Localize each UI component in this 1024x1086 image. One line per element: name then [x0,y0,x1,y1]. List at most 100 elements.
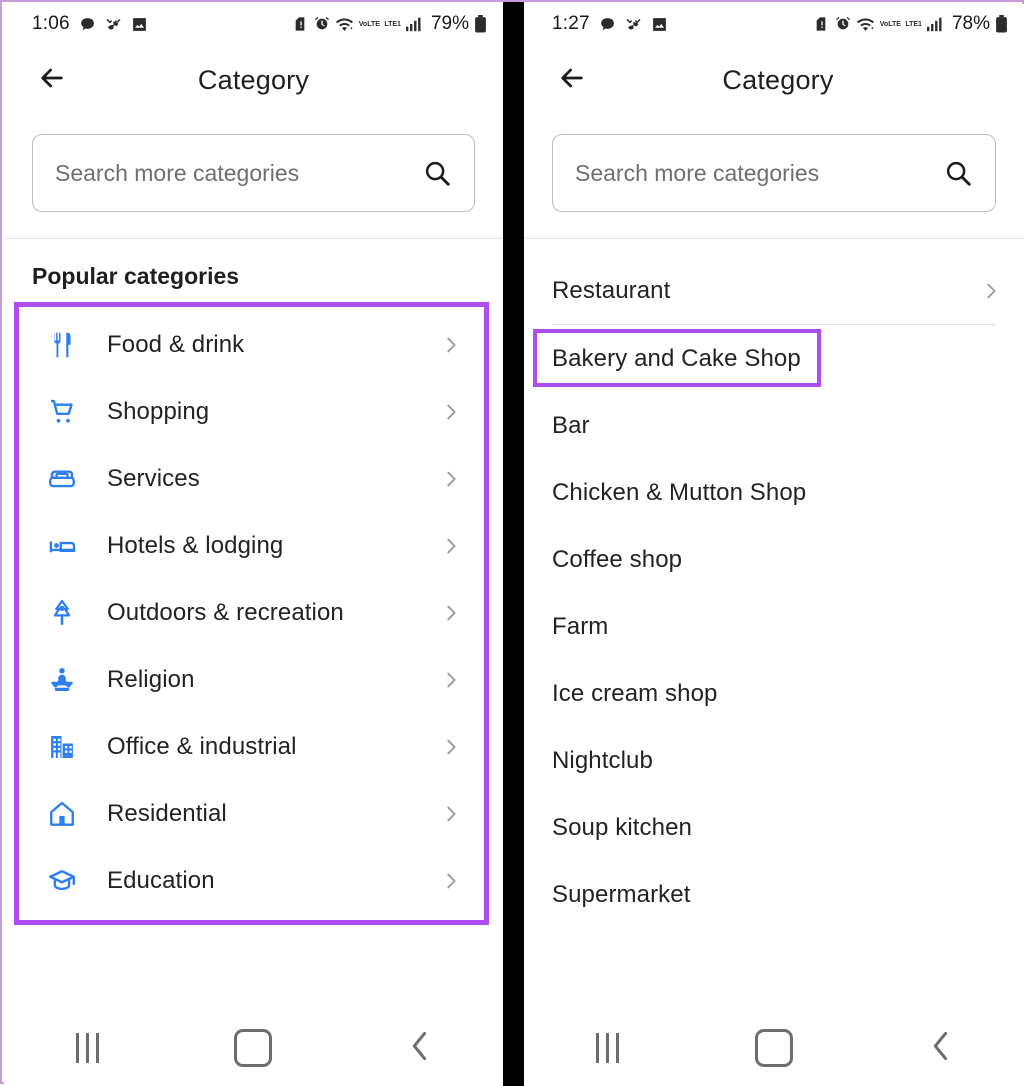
system-nav-bar [4,1012,503,1084]
category-row[interactable]: Hotels & lodging [19,512,484,579]
chevron-right-icon[interactable] [440,736,462,758]
chevron-right-icon[interactable] [440,468,462,490]
category-label: Food & drink [107,330,245,358]
panel-divider [503,2,524,1086]
category-label: Religion [107,665,195,693]
volte-label: VoLTE [879,20,901,28]
status-bar: 1:27 VoLTE LTE1 78% [524,4,1024,44]
subcategory-row[interactable]: Chicken & Mutton Shop [524,459,1024,526]
recents-button[interactable] [572,1022,642,1074]
lte-label: LTE1 [905,20,922,28]
subcategory-row[interactable]: Bar [524,392,1024,459]
recents-button[interactable] [52,1022,122,1074]
chevron-right-icon[interactable] [440,870,462,892]
search-container [524,116,1024,238]
category-row[interactable]: Religion [19,646,484,713]
search-input[interactable] [55,159,412,187]
category-label: Shopping [107,397,210,425]
search-container [4,116,503,238]
back-nav-icon [407,1030,433,1067]
popular-categories-list: Food & drink Shopping Services Hotels & lod… [19,311,484,914]
back-button[interactable] [32,60,72,100]
armchair-icon [39,464,85,494]
popular-categories-highlight: Food & drink Shopping Services Hotels & lod… [14,302,489,925]
subcategory-label: Soup kitchen [552,813,692,841]
subcategory-label: Farm [552,612,609,640]
restaurant-icon [39,330,85,360]
system-nav-bar [524,1012,1024,1084]
alarm-icon [835,16,851,32]
shopping-cart-icon [39,397,85,427]
volte-icon: VoLTE LTE1 [359,21,401,28]
home-button[interactable] [739,1022,809,1074]
subcategory-label: Bar [552,411,590,439]
search-input[interactable] [575,159,933,187]
category-label: Outdoors & recreation [107,598,344,626]
status-time: 1:06 [32,13,70,34]
nav-back-button[interactable] [385,1022,455,1074]
subcategory-row-selected[interactable]: Bakery and Cake Shop [524,325,1024,392]
nav-back-button[interactable] [906,1022,976,1074]
category-label: Education [107,866,215,894]
subcategory-row[interactable]: Nightclub [524,727,1024,794]
missed-call-icon [105,16,122,33]
category-label: Office & industrial [107,732,297,760]
subcategory-list: Restaurant Bakery and Cake Shop Bar Chicken… [524,239,1024,928]
subcategory-row[interactable]: Farm [524,593,1024,660]
subcategory-row[interactable]: Soup kitchen [524,794,1024,861]
category-row[interactable]: Office & industrial [19,713,484,780]
search-icon[interactable] [422,158,452,188]
signal-bars-icon [405,16,424,32]
subcategory-row[interactable]: Supermarket [524,861,1024,928]
chat-icon [79,16,96,33]
category-row[interactable]: Residential [19,780,484,847]
back-nav-icon [928,1030,954,1067]
image-icon [131,16,148,33]
category-row[interactable]: Shopping [19,378,484,445]
recents-icon [75,1033,99,1063]
chevron-right-icon[interactable] [440,334,462,356]
chevron-right-icon[interactable] [980,280,1002,302]
search-box[interactable] [32,134,475,212]
subcategory-row[interactable]: Ice cream shop [524,660,1024,727]
home-button[interactable] [218,1022,288,1074]
subcategory-row[interactable]: Coffee shop [524,526,1024,593]
status-bar-left: 1:06 [32,13,148,35]
sim-alert-icon [293,16,309,32]
category-row[interactable]: Food & drink [19,311,484,378]
left-phone-screen: 1:06 VoLTE LTE1 79% Category Search more… [4,4,503,1084]
category-row[interactable]: Outdoors & recreation [19,579,484,646]
subcategory-label: Chicken & Mutton Shop [552,478,807,506]
battery-icon [995,15,1008,33]
chevron-right-icon[interactable] [440,669,462,691]
chevron-right-icon[interactable] [440,803,462,825]
home-nav-icon [234,1029,273,1067]
meditation-icon [39,665,85,695]
status-bar-left: 1:27 [552,13,668,35]
battery-percent: 79% [430,13,469,34]
status-time: 1:27 [552,13,590,34]
sim-alert-icon [814,16,830,32]
subcategory-label: Bakery and Cake Shop [552,344,801,372]
signal-bars-icon [926,16,945,32]
missed-call-icon [625,16,642,33]
category-row[interactable]: Education [19,847,484,914]
recents-icon [595,1033,619,1063]
back-button[interactable] [552,60,592,100]
search-icon[interactable] [943,158,973,188]
chevron-right-icon[interactable] [440,602,462,624]
image-icon [651,16,668,33]
category-label: Services [107,464,200,492]
left-content: Popular categories Food & drink Shopping S… [4,239,503,925]
back-arrow-icon [556,62,588,99]
status-bar-right: VoLTE LTE1 78% [814,13,1008,35]
home-nav-icon [754,1029,793,1067]
screenshot-page: 1:06 VoLTE LTE1 79% Category Search more… [0,0,1024,1086]
subcategory-row[interactable]: Restaurant [524,257,1024,324]
subcategory-label: Coffee shop [552,545,683,573]
chevron-right-icon[interactable] [440,401,462,423]
chevron-right-icon[interactable] [440,535,462,557]
search-box[interactable] [552,134,996,212]
category-row[interactable]: Services [19,445,484,512]
alarm-icon [314,16,330,32]
